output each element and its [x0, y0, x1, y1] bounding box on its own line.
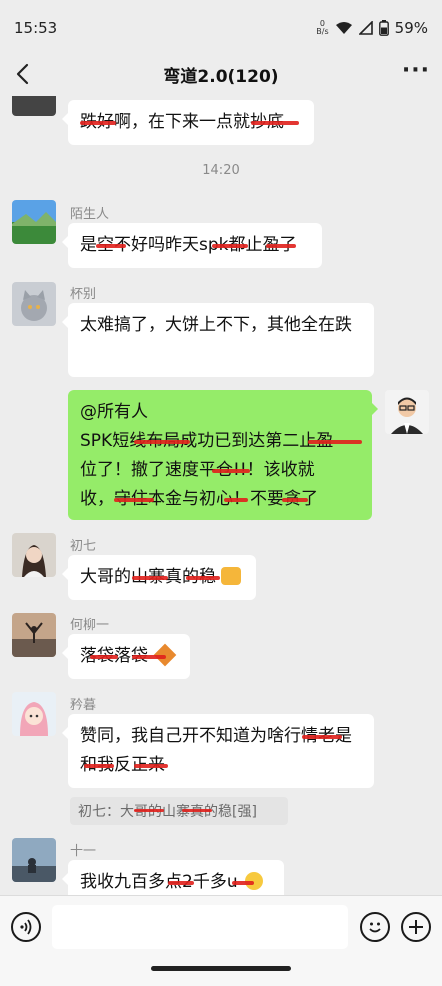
scribble-mark — [134, 764, 168, 768]
landscape-avatar-image — [12, 200, 56, 244]
battery-percent: 59% — [394, 19, 428, 37]
timestamp: 14:20 — [202, 163, 240, 178]
cat-avatar-image — [12, 282, 56, 326]
sunset-silhouette-avatar-image — [12, 838, 56, 882]
message-text: 太难搞了，大饼上不下，其他全在跌 — [80, 315, 352, 335]
scribble-mark — [186, 576, 220, 580]
scribble-mark — [212, 469, 250, 473]
scribble-mark — [212, 244, 248, 248]
scribble-mark — [182, 809, 212, 812]
silhouette-avatar-image — [12, 613, 56, 657]
message-text: 赞同，我自己开不知道为啥行情老是和我反正来 — [80, 726, 352, 775]
sender-name: 何柳一 — [70, 618, 110, 633]
voice-icon — [20, 919, 32, 935]
more-options-button[interactable]: ··· — [402, 58, 430, 83]
scribble-mark — [302, 735, 342, 739]
message-text: 我收九百多点2千多u — [80, 872, 238, 892]
data-rate-indicator: 0 B/s — [316, 20, 328, 36]
scribble-mark — [96, 244, 126, 248]
avatar[interactable] — [12, 613, 56, 657]
thumbs-up-emoji-icon — [221, 567, 242, 585]
scribble-mark — [266, 244, 296, 248]
sender-name: 陌生人 — [70, 207, 110, 222]
message-bubble-mine[interactable]: @所有人 SPK短线布局成功已到达第二止盈 位了！撤了速度平仓!!！该收就 收，… — [68, 390, 378, 520]
message-bubble[interactable]: 赞同，我自己开不知道为啥行情老是和我反正来 — [62, 714, 374, 788]
message-bubble[interactable]: 是空不好吗昨天spk都止盈了 — [62, 223, 322, 268]
quoted-message-text: 初七：大哥的山寨真的稳[强] — [78, 804, 257, 820]
more-actions-button[interactable] — [401, 912, 431, 942]
scribble-mark — [80, 121, 116, 125]
scribble-mark — [134, 809, 164, 812]
chat-title: 弯道2.0(120) — [163, 66, 279, 87]
scribble-mark — [84, 764, 114, 768]
home-indicator[interactable] — [151, 966, 291, 971]
avatar[interactable] — [12, 96, 56, 116]
scribble-mark — [90, 655, 118, 659]
scribble-mark — [282, 498, 308, 502]
sender-name: 矜暮 — [70, 698, 97, 713]
scribble-mark — [251, 121, 299, 125]
quoted-message[interactable]: 初七：大哥的山寨真的稳[强] — [70, 797, 288, 825]
sender-name: 初七 — [70, 539, 97, 554]
scribble-mark — [232, 881, 254, 885]
my-avatar[interactable] — [385, 390, 429, 434]
scribble-mark — [132, 655, 166, 659]
wifi-icon — [335, 22, 352, 34]
back-arrow-icon[interactable] — [10, 60, 38, 88]
scribble-mark — [168, 881, 194, 885]
chat-area[interactable]: 跌好啊，在下来一点就抄底 14:20 陌生人 是空不好吗昨天spk都止盈了 杯别… — [0, 96, 442, 896]
avatar[interactable] — [12, 533, 56, 577]
battery-icon — [378, 20, 389, 36]
sender-name: 杯别 — [70, 287, 97, 302]
avatar[interactable] — [12, 200, 56, 244]
avatar[interactable] — [12, 838, 56, 882]
message-bubble[interactable]: 跌好啊，在下来一点就抄底 — [62, 100, 314, 145]
scribble-mark — [134, 440, 190, 444]
message-bubble[interactable]: 我收九百多点2千多u — [62, 860, 284, 896]
status-icons: 0 B/s 59% — [316, 19, 428, 37]
data-rate-unit: B/s — [316, 27, 329, 36]
avatar[interactable] — [12, 692, 56, 736]
scribble-mark — [114, 498, 154, 502]
nav-bar: 弯道2.0(120) ··· — [0, 48, 442, 100]
cartoon-girl-avatar-image — [12, 692, 56, 736]
message-input[interactable] — [52, 905, 348, 949]
girl-portrait-avatar-image — [12, 533, 56, 577]
message-bubble[interactable]: 太难搞了，大饼上不下，其他全在跌 — [62, 303, 374, 377]
sender-name: 十一 — [70, 844, 97, 859]
emoji-button[interactable] — [360, 912, 390, 942]
scribble-mark — [308, 440, 362, 444]
man-with-glasses-avatar-image — [385, 390, 429, 434]
cellular-signal-icon — [358, 21, 373, 35]
plus-icon — [409, 920, 423, 934]
message-line: @所有人 — [80, 402, 148, 422]
message-bubble[interactable]: 大哥的山寨真的稳 — [62, 555, 256, 600]
message-bubble[interactable]: 落袋落袋 — [62, 634, 190, 679]
status-time: 15:53 — [14, 19, 58, 37]
input-bar — [0, 895, 442, 986]
avatar[interactable] — [12, 282, 56, 326]
scribble-mark — [224, 498, 248, 502]
emoji-icon — [369, 922, 381, 933]
scribble-mark — [132, 576, 168, 580]
voice-input-button[interactable] — [11, 912, 41, 942]
